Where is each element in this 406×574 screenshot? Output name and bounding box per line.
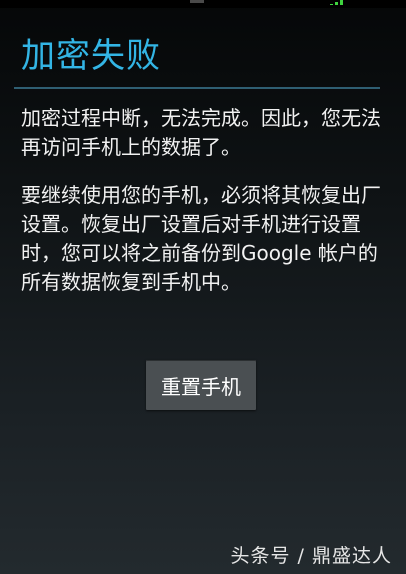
status-indicator: [190, 0, 204, 3]
encryption-failed-screen: 加密失败 加密过程中断，无法完成。因此，您无法再访问手机上的数据了。 要继续使用…: [0, 0, 406, 574]
page-title: 加密失败: [21, 36, 161, 76]
source-watermark: 头条号 / 鼎盛达人: [230, 545, 392, 567]
status-bar: [0, 0, 406, 8]
title-divider: [14, 87, 380, 89]
failure-message: 加密过程中断，无法完成。因此，您无法再访问手机上的数据了。: [21, 106, 381, 159]
reset-instructions: 要继续使用您的手机，必须将其恢复出厂设置。恢复出厂设置后对手机进行设置时，您可以…: [21, 183, 381, 294]
reset-phone-button[interactable]: 重置手机: [146, 360, 256, 410]
signal-icon: [330, 0, 348, 5]
